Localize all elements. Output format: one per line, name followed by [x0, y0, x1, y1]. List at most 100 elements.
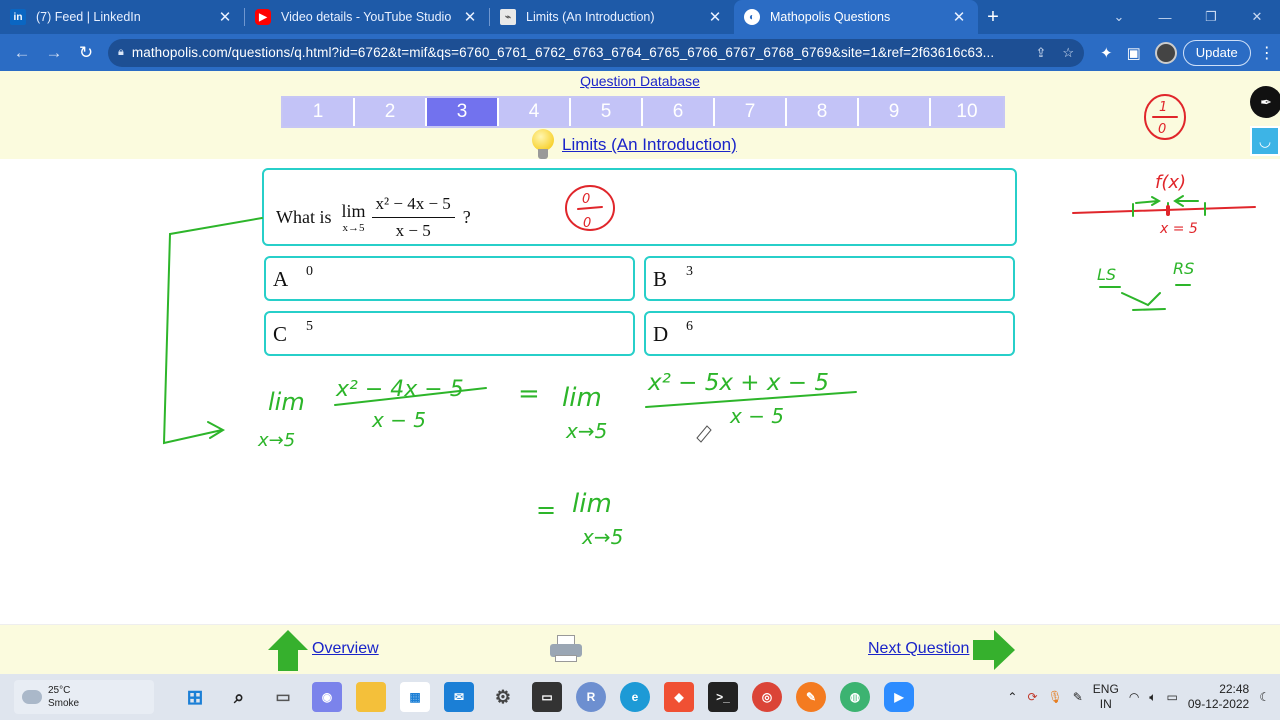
limit-operator: lim x→5 [342, 202, 366, 234]
sync-icon[interactable]: ⟳ [1027, 690, 1037, 704]
lock-icon[interactable]: 🔒︎ [118, 46, 124, 59]
tab-limits[interactable]: ⌁ Limits (An Introduction) ✕ [490, 0, 734, 34]
browser-toolbar: ← → ↻ 🔒︎ mathopolis.com/questions/q.html… [0, 34, 1280, 71]
pen-app-icon[interactable]: ✎ [796, 682, 826, 712]
question-number-6[interactable]: 6 [643, 98, 715, 126]
next-arrow-icon[interactable] [973, 630, 1015, 670]
extensions-icon[interactable]: ✦ [1100, 44, 1113, 62]
task-view-icon[interactable]: ▭ [268, 682, 298, 712]
volume-icon[interactable]: 🔈︎ [1149, 690, 1156, 705]
answer-value: 5 [306, 319, 313, 334]
address-bar[interactable]: 🔒︎ mathopolis.com/questions/q.html?id=67… [108, 38, 1084, 67]
answer-letter: B [653, 267, 668, 291]
menu-icon[interactable]: ⋮ [1259, 43, 1275, 63]
mathopolis-icon: ◐ [744, 9, 760, 25]
chrome-icon[interactable]: ◎ [752, 682, 782, 712]
zoom-icon[interactable]: ▶ [884, 682, 914, 712]
url-text[interactable]: mathopolis.com/questions/q.html?id=6762&… [132, 45, 1036, 60]
restore-icon[interactable]: ❐ [1188, 0, 1234, 34]
tab-youtube-studio[interactable]: ▶ Video details - YouTube Studio ✕ [245, 0, 489, 34]
share-icon[interactable]: ⇪ [1035, 45, 1046, 61]
footer-band: Overview Next Question [0, 624, 1280, 674]
pen-tool-icon[interactable]: ✒ [1250, 86, 1280, 118]
new-tab-button[interactable]: + [978, 0, 1008, 34]
question-number-4[interactable]: 4 [499, 98, 571, 126]
region-code: IN [1099, 697, 1112, 711]
forward-icon[interactable]: → [38, 38, 70, 68]
mail-icon[interactable]: ✉ [444, 682, 474, 712]
printer-icon[interactable] [550, 635, 582, 663]
answer-b[interactable]: B 3 [644, 256, 1015, 301]
answer-a[interactable]: A 0 [264, 256, 635, 301]
question-database-link[interactable]: Question Database [0, 73, 1280, 89]
weather-temp: 25°C [48, 685, 71, 696]
tab-linkedin[interactable]: in (7) Feed | LinkedIn ✕ [0, 0, 244, 34]
back-icon[interactable]: ← [6, 38, 38, 68]
globe-app-icon[interactable]: ◍ [840, 682, 870, 712]
answer-d[interactable]: D 6 [644, 311, 1015, 356]
question-number-3[interactable]: 3 [427, 98, 499, 126]
battery-icon[interactable]: ▭ [1167, 690, 1178, 704]
overview-link[interactable]: Overview [312, 640, 379, 658]
reload-icon[interactable]: ↻ [70, 38, 102, 68]
close-icon[interactable]: ✕ [216, 8, 234, 26]
close-icon[interactable]: ✕ [950, 8, 968, 26]
store-icon[interactable]: ▦ [400, 682, 430, 712]
microphone-icon[interactable]: 🎙︎ [1048, 690, 1063, 704]
wifi-icon[interactable]: ◠ [1129, 690, 1139, 704]
question-number-2[interactable]: 2 [355, 98, 427, 126]
tab-search-icon[interactable]: ⌄ [1096, 0, 1142, 34]
topic-link[interactable]: Limits (An Introduction) [562, 135, 737, 155]
settings-icon[interactable]: ⚙ [488, 682, 518, 712]
r-app-icon[interactable]: R [576, 682, 606, 712]
weather-condition: Smoke [48, 698, 80, 709]
answer-c[interactable]: C 5 [264, 311, 635, 356]
answer-value: 6 [686, 319, 693, 334]
update-button[interactable]: Update [1182, 39, 1251, 66]
overview-arrow-icon[interactable] [268, 630, 308, 672]
question-number-7[interactable]: 7 [715, 98, 787, 126]
start-icon[interactable]: ⊞ [180, 682, 210, 712]
window-controls: ⌄ — ❐ ✕ [1096, 0, 1280, 34]
search-icon[interactable]: ⌕ [224, 682, 254, 712]
question-number-5[interactable]: 5 [571, 98, 643, 126]
whiteboard-tool-icon[interactable]: ◡ [1250, 126, 1280, 156]
git-icon[interactable]: ◆ [664, 682, 694, 712]
language-code: ENG [1092, 682, 1119, 696]
annotation-toolbar: ✒ ◡ [1248, 86, 1280, 156]
linkedin-icon: in [10, 9, 26, 25]
page-icon: ⌁ [500, 9, 516, 25]
question-prefix: What is [276, 207, 332, 227]
tab-title: Mathopolis Questions [770, 10, 891, 24]
question-number-1[interactable]: 1 [283, 98, 355, 126]
focus-moon-icon[interactable]: ☾ [1259, 690, 1270, 704]
language-indicator[interactable]: ENG IN [1093, 682, 1119, 712]
taskbar: 25°C Smoke ⊞ ⌕ ▭ ◉ ▦ ✉ ⚙ ▭ R e ◆ >_ ◎ ✎ … [0, 674, 1280, 720]
close-window-icon[interactable]: ✕ [1234, 0, 1280, 34]
clock-date: 09-12-2022 [1187, 697, 1250, 711]
bookmark-star-icon[interactable]: ☆ [1062, 45, 1074, 61]
question-number-8[interactable]: 8 [787, 98, 859, 126]
minimize-icon[interactable]: — [1142, 0, 1188, 34]
terminal-icon[interactable]: ▭ [532, 682, 562, 712]
question-suffix: ? [462, 207, 471, 227]
weather-icon [22, 685, 42, 704]
cmd-icon[interactable]: >_ [708, 682, 738, 712]
edge-icon[interactable]: e [620, 682, 650, 712]
close-icon[interactable]: ✕ [706, 8, 724, 26]
tab-mathopolis[interactable]: ◐ Mathopolis Questions ✕ [734, 0, 978, 34]
file-explorer-icon[interactable] [356, 682, 386, 712]
lim-text: lim [341, 200, 366, 221]
chevron-up-icon[interactable]: ⌃ [1007, 690, 1017, 704]
profile-avatar[interactable] [1154, 41, 1177, 64]
clock[interactable]: 22:48 09-12-2022 [1188, 682, 1249, 712]
chat-icon[interactable]: ◉ [312, 682, 342, 712]
pen-icon[interactable]: ✎ [1073, 690, 1083, 704]
question-text: What is lim x→5 x² − 4x − 5 x − 5 ? [276, 194, 471, 241]
close-icon[interactable]: ✕ [461, 8, 479, 26]
side-panel-icon[interactable]: ▣ [1127, 44, 1141, 62]
question-number-10[interactable]: 10 [931, 98, 1003, 126]
weather-widget[interactable]: 25°C Smoke [14, 680, 154, 714]
question-number-9[interactable]: 9 [859, 98, 931, 126]
next-question-link[interactable]: Next Question [868, 640, 969, 658]
